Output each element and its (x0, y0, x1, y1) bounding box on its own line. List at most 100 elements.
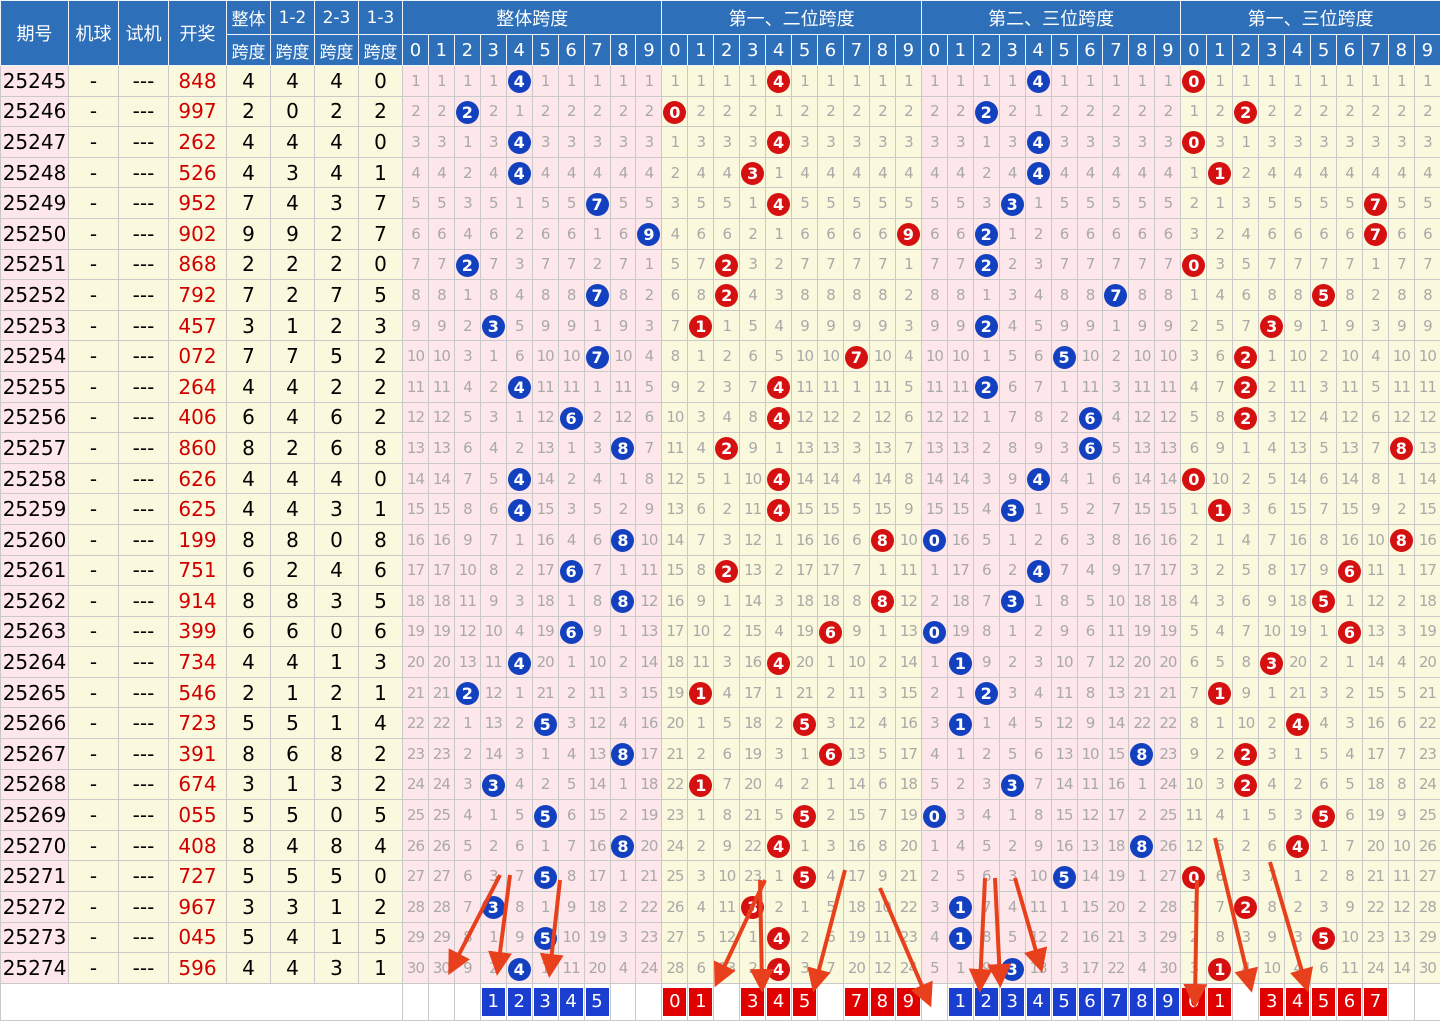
miss-cell: 19 (894, 799, 922, 831)
miss-cell: 16 (1336, 523, 1363, 556)
miss-cell: 4 (791, 156, 819, 189)
miss-cell: 13 (1387, 921, 1415, 954)
digit-header: 8 (1128, 34, 1156, 66)
miss-cell: 3 (1024, 248, 1052, 281)
hit-cell: 8 (868, 585, 896, 617)
miss-cell: 3 (1258, 126, 1286, 158)
miss-cell: 11 (713, 891, 741, 923)
miss-cell: 7 (972, 585, 1000, 617)
miss-cell: 2 (505, 432, 533, 464)
miss-cell: 1 (765, 676, 793, 709)
miss-cell: 7 (1128, 248, 1156, 281)
miss-cell: 2 (505, 217, 533, 250)
miss-cell: 1 (946, 65, 974, 97)
draw-cell: 055 (168, 799, 227, 831)
hit-cell: 7 (583, 340, 611, 372)
hit-cell: 5 (1050, 340, 1078, 372)
miss-cell: 19 (427, 615, 455, 648)
miss-cell: 8 (661, 340, 689, 372)
miss-cell: 4 (713, 676, 741, 709)
miss-cell: 3 (739, 126, 767, 158)
miss-cell: 5 (868, 738, 896, 770)
miss-cell: 2 (505, 554, 533, 587)
miss-cell: 27 (427, 860, 455, 893)
miss-cell: 3 (479, 126, 507, 158)
miss-cell: 5 (1310, 432, 1338, 464)
hit-ball: 5 (793, 804, 817, 828)
miss-cell: 4 (1024, 676, 1052, 709)
draw-cell: 723 (168, 707, 227, 740)
hit-cell: 6 (557, 554, 585, 587)
miss-cell: 13 (635, 615, 663, 648)
hit-cell: 2 (713, 432, 741, 464)
miss-cell: 5 (1258, 462, 1286, 495)
miss-cell: 2 (1024, 217, 1052, 250)
miss-cell: 9 (557, 309, 585, 342)
miss-cell: 1 (920, 65, 948, 97)
miss-cell: 25 (427, 799, 455, 831)
issue-cell: 25274 (0, 952, 69, 984)
span-cell: 0 (358, 462, 403, 495)
miss-cell: 3 (1076, 126, 1104, 158)
miss-cell: 1 (972, 401, 1000, 434)
miss-cell: 6 (505, 340, 533, 372)
hit-cell: 8 (1387, 523, 1415, 556)
miss-cell: 10 (1258, 615, 1286, 648)
table-row: 25257- --- 860 8 2 6 8 13 13 6 4 2 13 1 3 8 7 11 4 2 9 1 13 13 3… (0, 432, 1440, 464)
miss-cell: 3 (1310, 126, 1338, 158)
miss-cell: 12 (427, 401, 455, 434)
hit-cell: 3 (739, 891, 767, 923)
miss-cell: 5 (946, 187, 974, 219)
hit-cell: 1 (687, 309, 715, 342)
miss-cell: 2 (1128, 799, 1156, 831)
miss-cell: 3 (1387, 126, 1415, 158)
span-cell: 8 (226, 523, 271, 556)
hit-ball: 1 (689, 682, 713, 706)
issue-cell: 25273 (0, 921, 69, 954)
miss-cell: 24 (1413, 768, 1440, 801)
miss-cell: 14 (817, 462, 844, 495)
summary-tag: 4 (1026, 987, 1050, 1016)
summary-tag: 0 (663, 987, 687, 1016)
table-row: 25268- --- 674 3 1 3 2 24 24 3 3 4 2 5 14 1 18 22 1 7 20 4 2 1 1… (0, 768, 1440, 801)
hit-ball: 8 (1389, 437, 1413, 461)
miss-cell: 12 (583, 707, 611, 740)
span-cell: 7 (314, 279, 359, 311)
miss-cell: 5 (1206, 646, 1234, 678)
miss-cell: 1 (765, 156, 793, 189)
machine-cell: - (68, 279, 119, 311)
summary-tag: 6 (1338, 987, 1361, 1016)
miss-cell: 5 (1206, 829, 1234, 862)
hit-cell: 5 (531, 860, 559, 893)
miss-cell: 10 (894, 523, 922, 556)
hit-ball: 1 (948, 651, 972, 675)
hit-cell: 2 (1232, 891, 1260, 923)
miss-cell: 2 (1258, 707, 1286, 740)
miss-cell: 11 (894, 554, 922, 587)
miss-cell: 23 (1413, 738, 1440, 770)
miss-cell: 13 (1361, 615, 1389, 648)
miss-cell: 5 (998, 340, 1026, 372)
miss-cell: 13 (842, 738, 870, 770)
miss-cell: 8 (557, 860, 585, 893)
miss-cell: 14 (1284, 462, 1312, 495)
issue-cell: 25251 (0, 248, 69, 281)
miss-cell: 28 (1413, 891, 1440, 923)
hit-cell: 1 (1206, 952, 1234, 984)
miss-cell: 1 (609, 65, 637, 97)
miss-cell: 20 (739, 768, 767, 801)
span-cell: 2 (270, 248, 315, 281)
table-row: 25263- --- 399 6 6 0 6 19 19 12 10 4 19 6 9 1 13 17 10 2 15 4… (0, 615, 1440, 648)
hit-cell: 4 (505, 126, 533, 158)
miss-cell: 1 (453, 65, 481, 97)
miss-cell: 1 (1232, 65, 1260, 97)
miss-cell: 18 (1361, 768, 1389, 801)
draw-cell: 199 (168, 523, 227, 556)
miss-cell: 1 (920, 554, 948, 587)
miss-cell: 22 (1128, 707, 1156, 740)
miss-cell: 18 (1154, 585, 1182, 617)
miss-cell: 8 (479, 554, 507, 587)
miss-cell: 8 (713, 799, 741, 831)
miss-cell: 1 (1024, 585, 1052, 617)
miss-cell: 3 (920, 707, 948, 740)
